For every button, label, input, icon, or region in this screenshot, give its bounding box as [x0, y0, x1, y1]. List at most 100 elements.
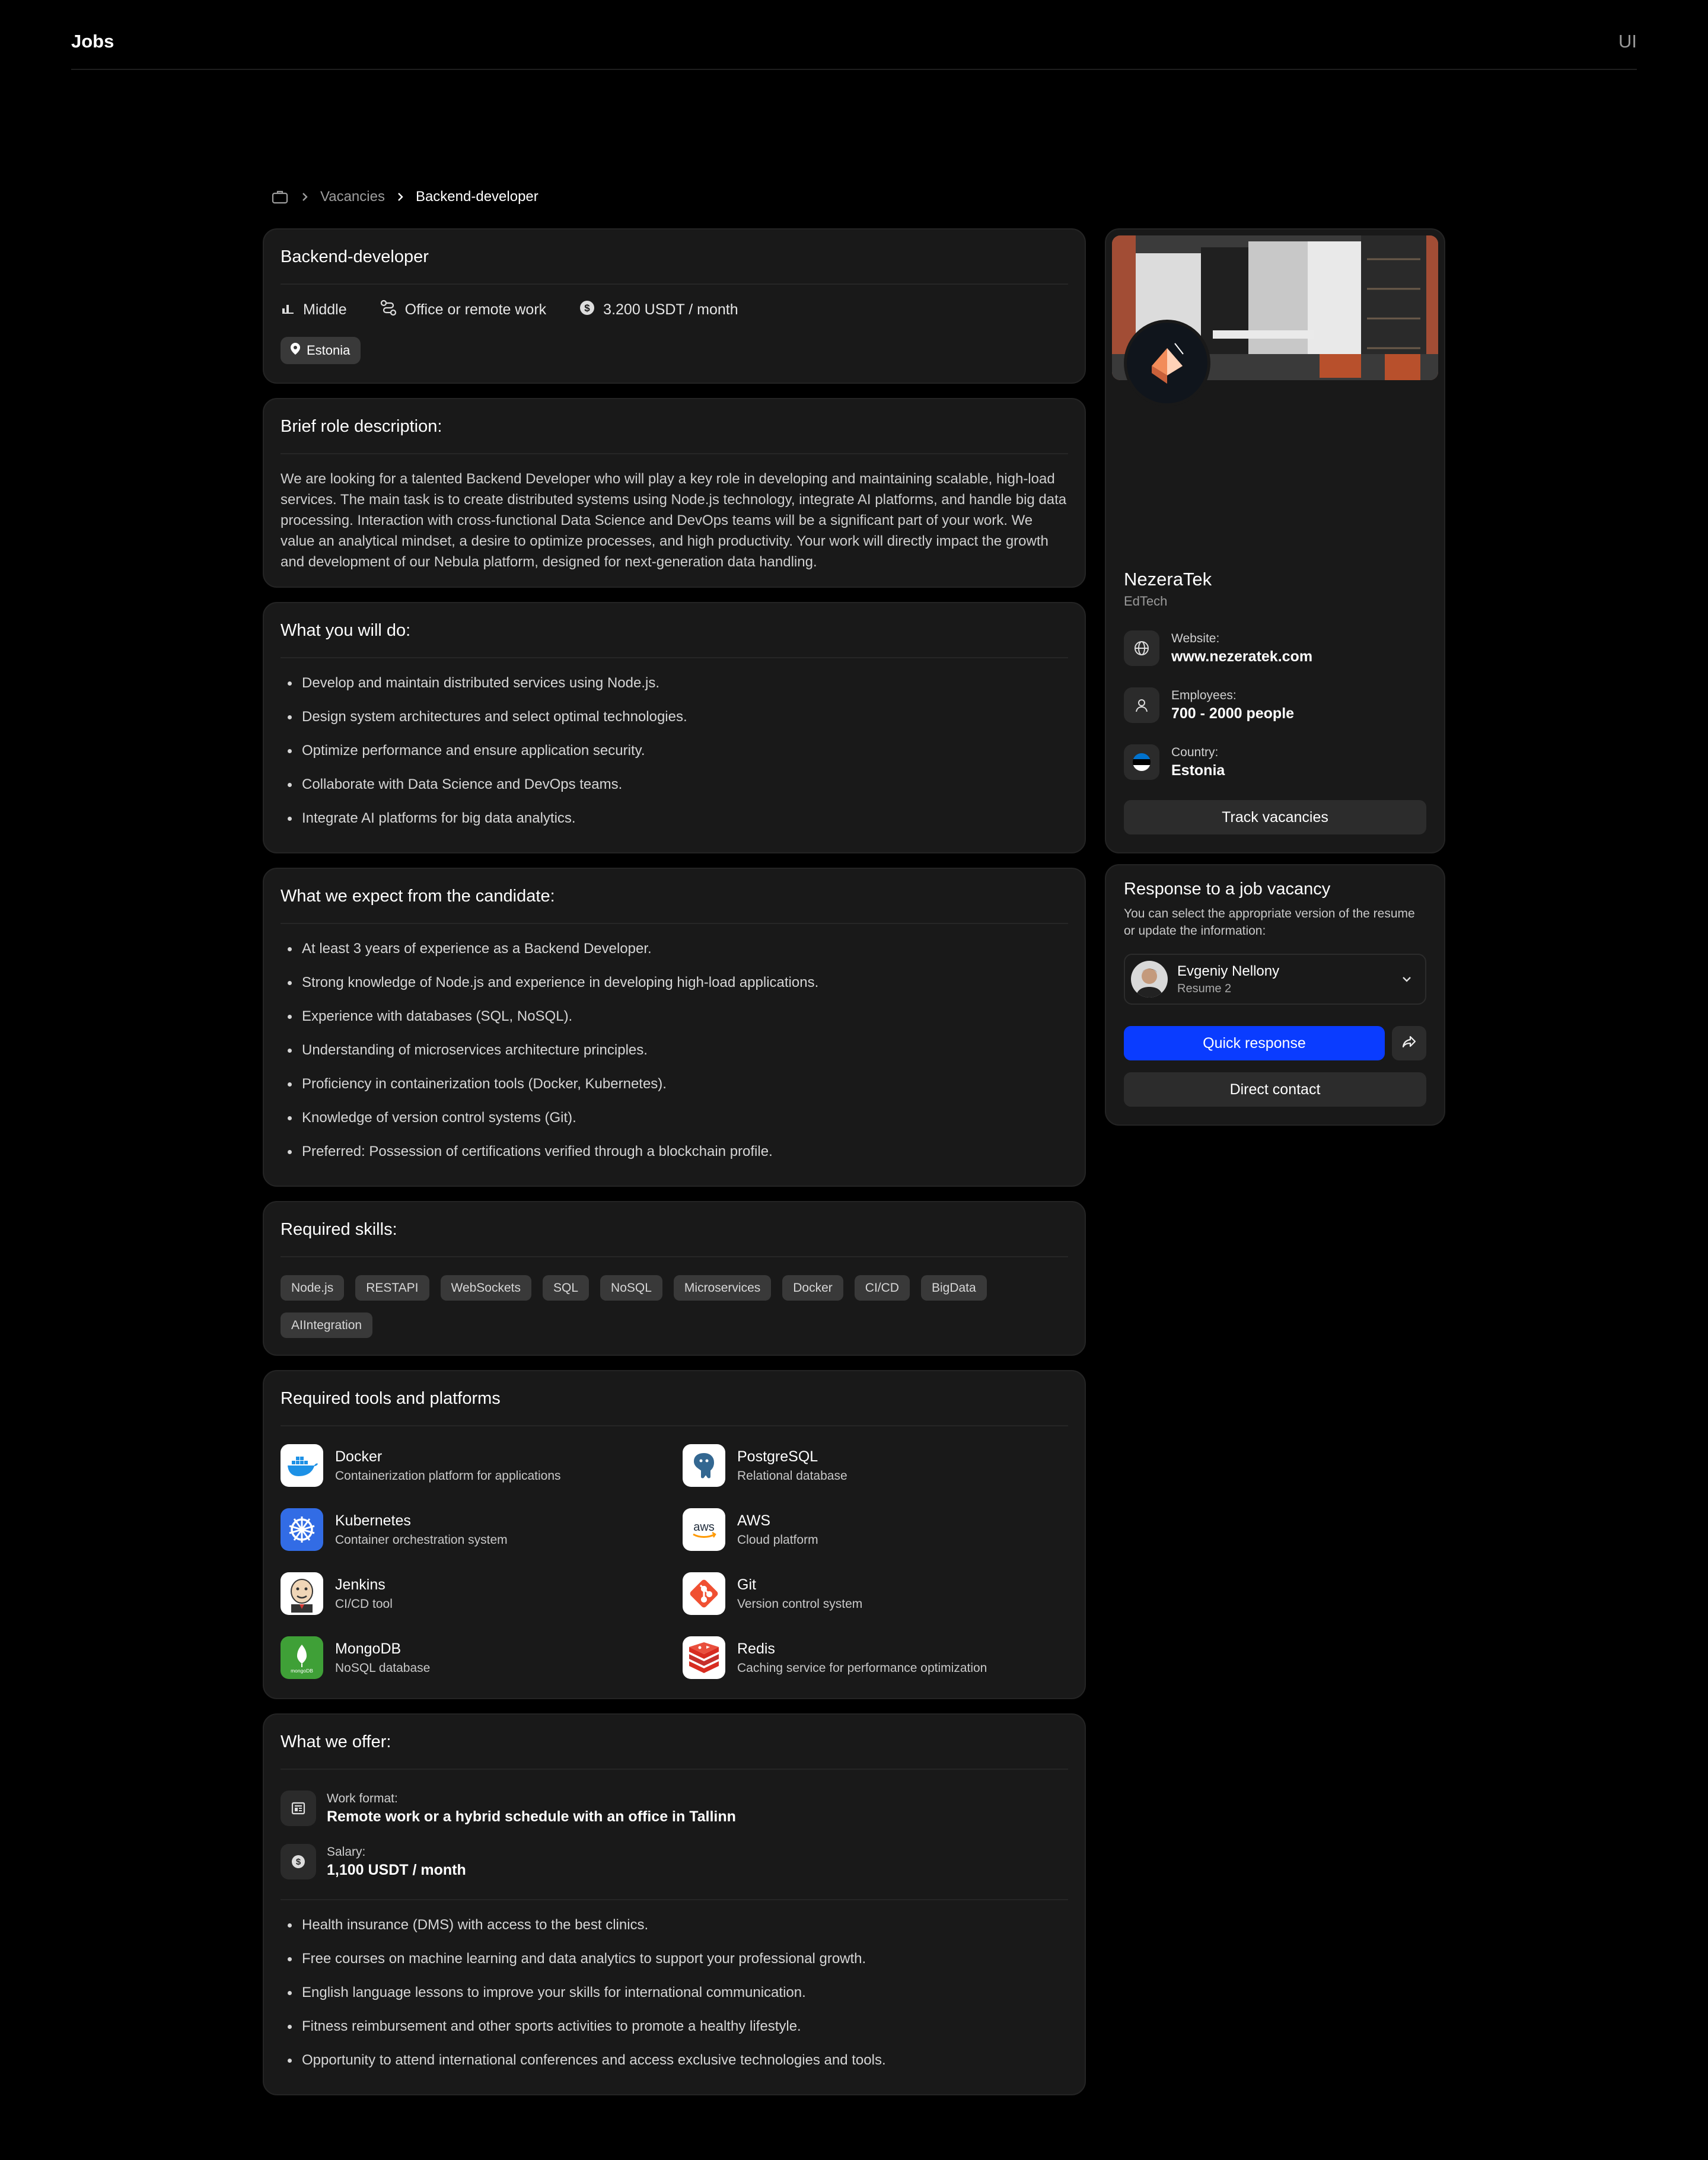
- resume-select[interactable]: Evgeniy Nellony Resume 2: [1124, 954, 1426, 1005]
- tool-description: NoSQL database: [335, 1661, 431, 1675]
- bar-chart-icon: [281, 301, 295, 319]
- work-format-label: Work format:: [327, 1791, 398, 1805]
- tools-card: Required tools and platforms Docker Conta…: [263, 1370, 1086, 1699]
- tool-item-postgresql[interactable]: PostgreSQL Relational database: [683, 1444, 1062, 1487]
- skill-chip[interactable]: CI/CD: [854, 1275, 910, 1301]
- level-text: Middle: [303, 301, 347, 318]
- tool-item-jenkins[interactable]: Jenkins CI/CD tool: [281, 1572, 683, 1615]
- top-right-label[interactable]: UI: [1618, 31, 1637, 52]
- company-name[interactable]: NezeraTek: [1106, 380, 1444, 590]
- country-value: Estonia: [1171, 762, 1225, 779]
- duties-list: Develop and maintain distributed service…: [281, 658, 1068, 852]
- offer-details: Work format: Remote work or a hybrid sche…: [281, 1770, 1068, 1900]
- route-icon: [380, 300, 397, 320]
- postgresql-logo: [683, 1444, 725, 1487]
- location-text: Estonia: [307, 343, 350, 358]
- list-item: Preferred: Possession of certifications …: [281, 1141, 1068, 1175]
- list-item: Fitness reimbursement and other sports a…: [281, 2016, 1068, 2050]
- share-button[interactable]: [1392, 1026, 1426, 1060]
- salary-text: 3.200 USDT / month: [603, 301, 738, 318]
- breadcrumb-vacancies[interactable]: Vacancies: [320, 189, 385, 205]
- section-title: What we expect from the candidate:: [281, 869, 1068, 924]
- skill-chip[interactable]: RESTAPI: [355, 1275, 429, 1301]
- list-item: Experience with databases (SQL, NoSQL).: [281, 1006, 1068, 1040]
- tool-item-redis[interactable]: Redis Caching service for performance opt…: [683, 1636, 1062, 1679]
- section-title: Brief role description:: [281, 399, 1068, 454]
- job-details-column: Backend-developer Middle Office or remot…: [263, 228, 1086, 2110]
- svg-text:$: $: [584, 302, 590, 314]
- employees-label: Employees:: [1171, 688, 1237, 702]
- chevron-right-icon: [301, 192, 308, 202]
- tools-grid: Docker Containerization platform for appl…: [281, 1426, 1068, 1698]
- skill-chip[interactable]: NoSQL: [600, 1275, 662, 1301]
- newspaper-icon: [281, 1791, 316, 1826]
- work-format-value: Remote work or a hybrid schedule with an…: [327, 1808, 736, 1825]
- quick-response-button[interactable]: Quick response: [1124, 1026, 1385, 1060]
- skill-chip[interactable]: AIIntegration: [281, 1312, 373, 1338]
- tool-item-mongodb[interactable]: mongoDB MongoDB NoSQL database: [281, 1636, 683, 1679]
- tool-name: MongoDB: [335, 1640, 401, 1657]
- skill-chip[interactable]: SQL: [543, 1275, 589, 1301]
- redis-logo: [683, 1636, 725, 1679]
- salary-row: $ Salary: 1,100 USDT / month: [281, 1840, 1068, 1884]
- mongodb-logo: mongoDB: [281, 1636, 323, 1679]
- list-item: Proficiency in containerization tools (D…: [281, 1073, 1068, 1107]
- breadcrumb: Vacancies Backend-developer: [272, 185, 538, 209]
- website-row: Website: www.nezeratek.com: [1124, 629, 1426, 667]
- jenkins-logo: [281, 1572, 323, 1615]
- expectations-list: At least 3 years of experience as a Back…: [281, 924, 1068, 1186]
- direct-contact-button[interactable]: Direct contact: [1124, 1072, 1426, 1107]
- tool-item-git[interactable]: Git Version control system: [683, 1572, 1062, 1615]
- svg-text:aws: aws: [693, 1521, 715, 1534]
- skill-chip[interactable]: Docker: [782, 1275, 843, 1301]
- list-item: Integrate AI platforms for big data anal…: [281, 808, 1068, 842]
- skill-chip[interactable]: WebSockets: [440, 1275, 531, 1301]
- brief-description-card: Brief role description: We are looking f…: [263, 398, 1086, 588]
- kubernetes-logo: [281, 1508, 323, 1551]
- tool-name: Kubernetes: [335, 1512, 411, 1529]
- svg-text:$: $: [296, 1857, 301, 1867]
- list-item: Free courses on machine learning and dat…: [281, 1948, 1068, 1982]
- skill-chip[interactable]: BigData: [920, 1275, 987, 1301]
- git-logo: [683, 1572, 725, 1615]
- section-title: What we offer:: [281, 1715, 1068, 1770]
- company-info: Website: www.nezeratek.com Employees: 700 …: [1106, 609, 1444, 781]
- skills-card: Required skills: Node.js RESTAPI WebSock…: [263, 1201, 1086, 1356]
- sidebar-column: NezeraTek EdTech Website: www.nezeratek.c…: [1105, 228, 1445, 1136]
- tool-item-docker[interactable]: Docker Containerization platform for appl…: [281, 1444, 683, 1487]
- estonia-flag-icon: [1124, 744, 1159, 780]
- job-title: Backend-developer: [281, 230, 1068, 285]
- tool-description: Container orchestration system: [335, 1533, 508, 1547]
- salary-value: 1,100 USDT / month: [327, 1861, 466, 1878]
- tool-name: Git: [737, 1576, 756, 1593]
- location-chip[interactable]: Estonia: [281, 337, 361, 364]
- website-link[interactable]: www.nezeratek.com: [1171, 648, 1312, 665]
- dollar-coin-icon: $: [281, 1844, 316, 1879]
- skill-chip[interactable]: Node.js: [281, 1275, 345, 1301]
- list-item: Collaborate with Data Science and DevOps…: [281, 774, 1068, 808]
- skill-chip[interactable]: Microservices: [673, 1275, 772, 1301]
- chevron-right-icon: [397, 192, 404, 202]
- response-card: Response to a job vacancy You can select…: [1105, 864, 1445, 1126]
- aws-logo: aws: [683, 1508, 725, 1551]
- tool-item-aws[interactable]: aws AWS Cloud platform: [683, 1508, 1062, 1551]
- docker-logo: [281, 1444, 323, 1487]
- share-icon: [1401, 1035, 1417, 1052]
- dollar-coin-icon: $: [579, 300, 595, 320]
- company-card: NezeraTek EdTech Website: www.nezeratek.c…: [1105, 228, 1445, 853]
- brand-logo[interactable]: Jobs: [71, 31, 114, 52]
- tool-item-kubernetes[interactable]: Kubernetes Container orchestration system: [281, 1508, 683, 1551]
- top-bar: Jobs UI: [71, 0, 1637, 70]
- offer-card: What we offer: Work format: Remote work o…: [263, 1713, 1086, 2095]
- list-item: Develop and maintain distributed service…: [281, 673, 1068, 706]
- company-category: EdTech: [1124, 594, 1168, 609]
- work-type-meta: Office or remote work: [380, 300, 546, 320]
- track-vacancies-button[interactable]: Track vacancies: [1124, 800, 1426, 834]
- briefcase-icon[interactable]: [272, 190, 289, 204]
- list-item: Knowledge of version control systems (Gi…: [281, 1107, 1068, 1141]
- tool-name: Redis: [737, 1640, 775, 1657]
- list-item: Health insurance (DMS) with access to th…: [281, 1914, 1068, 1948]
- user-icon: [1124, 687, 1159, 723]
- breadcrumb-current: Backend-developer: [415, 189, 538, 205]
- list-item: At least 3 years of experience as a Back…: [281, 938, 1068, 972]
